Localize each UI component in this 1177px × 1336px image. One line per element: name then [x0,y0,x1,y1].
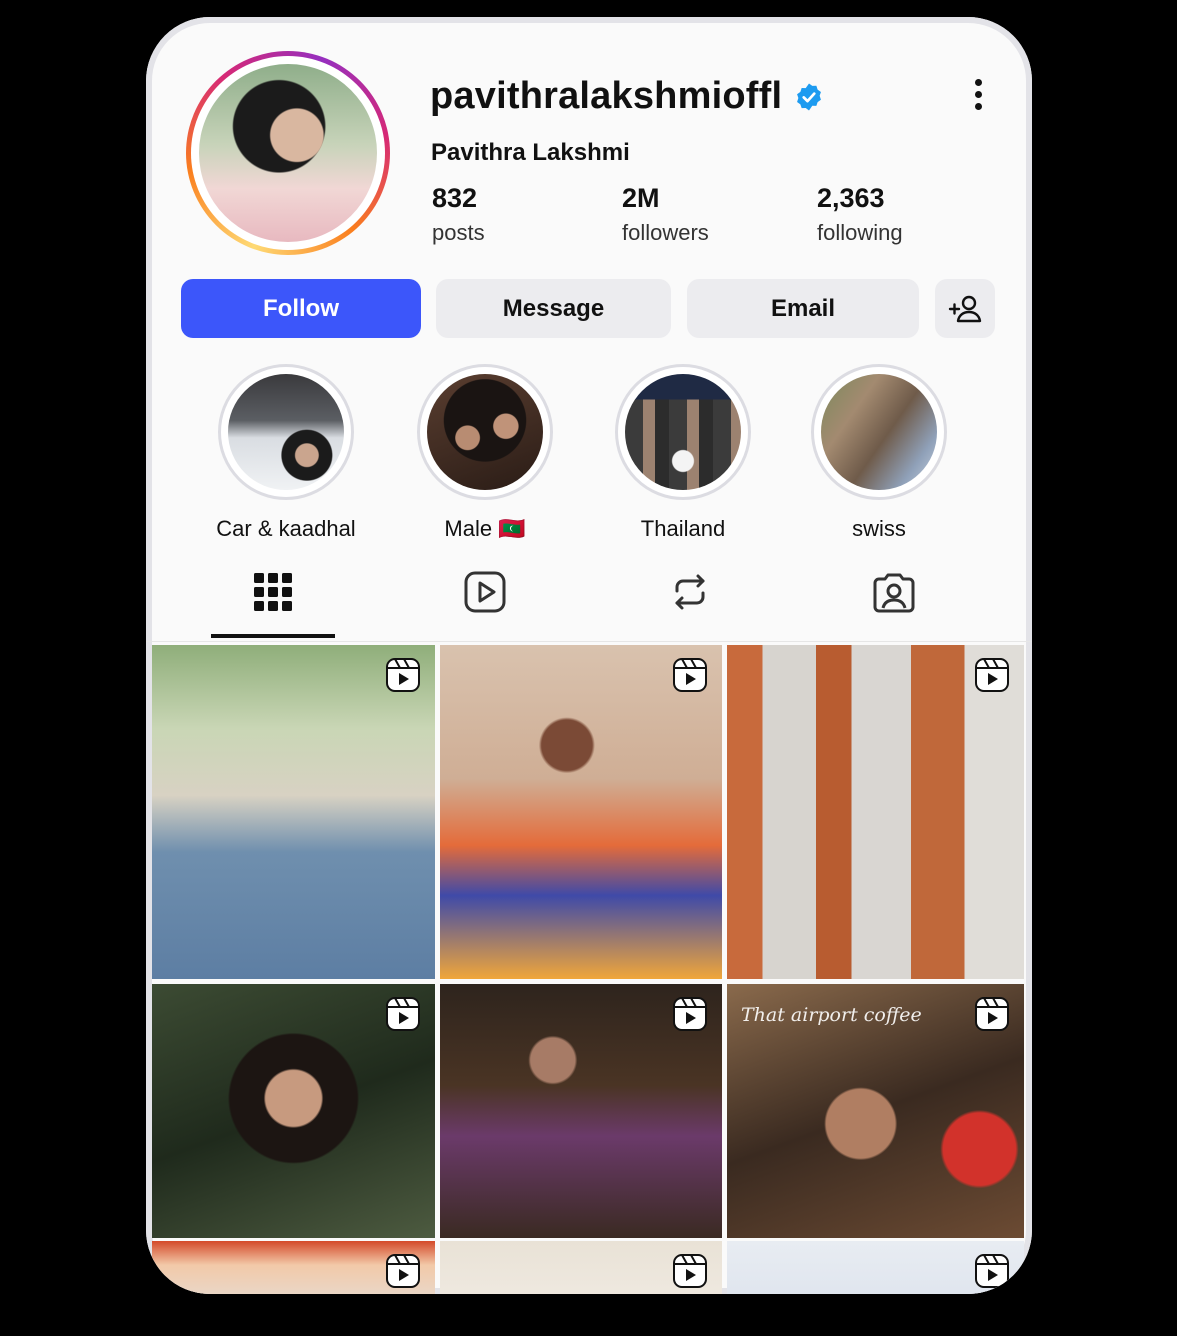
reposts-icon [675,574,705,610]
profile-avatar-story-ring[interactable] [186,51,390,255]
profile-avatar [199,64,377,242]
stat-posts-label: posts [432,220,485,245]
phone-frame: pavithralakshmioffl Pavithra Lakshmi 832… [146,17,1032,1294]
reel-icon [673,658,707,692]
reel-icon [975,658,1009,692]
verified-badge-icon [797,83,822,110]
highlight-thailand[interactable]: Thailand [593,364,773,542]
post-tile[interactable] [440,1241,722,1294]
grid-icon [254,573,292,611]
more-options-icon[interactable] [972,79,984,115]
divider [146,641,1032,642]
profile-username-row: pavithralakshmioffl [430,75,824,118]
post-tile[interactable] [727,1241,1024,1294]
highlight-male[interactable]: Male 🇲🇻 [395,364,575,542]
suggest-people-button[interactable] [935,279,995,338]
tab-reposts[interactable] [628,569,752,635]
post-tile[interactable] [440,984,722,1238]
email-button[interactable]: Email [687,279,919,338]
profile-username: pavithralakshmioffl [430,75,783,117]
highlight-label: Thailand [640,516,726,541]
add-person-icon [948,295,982,322]
post-tile[interactable]: That airport coffee [727,984,1024,1238]
highlight-cover [625,374,741,490]
highlight-car-kaadhal[interactable]: Car & kaadhal [196,364,376,542]
post-tile[interactable] [152,645,435,979]
highlight-cover [228,374,344,490]
post-tile[interactable] [152,1241,435,1294]
post-caption: That airport coffee [741,1004,922,1026]
stat-following-label: following [817,220,903,245]
highlight-label: swiss [852,516,906,541]
follow-button[interactable]: Follow [181,279,421,338]
highlight-label: Male 🇲🇻 [444,516,526,541]
stat-followers[interactable]: 2M followers [622,183,709,246]
reel-icon [673,997,707,1031]
highlight-label: Car & kaadhal [216,516,356,541]
post-tile[interactable] [727,645,1024,979]
reel-icon [386,997,420,1031]
reel-icon [386,658,420,692]
profile-full-name: Pavithra Lakshmi [431,139,630,166]
stat-following-value: 2,363 [817,183,885,213]
reel-icon [386,1254,420,1288]
reels-icon [464,571,506,613]
tab-grid[interactable] [211,569,335,635]
stat-following[interactable]: 2,363 following [817,183,903,246]
message-button[interactable]: Message [436,279,671,338]
highlight-cover [821,374,937,490]
reel-icon [673,1254,707,1288]
highlight-swiss[interactable]: swiss [789,364,969,542]
reel-icon [975,997,1009,1031]
stat-followers-value: 2M [622,183,660,213]
post-tile[interactable] [440,645,722,979]
tagged-icon [873,573,915,613]
stat-posts[interactable]: 832 posts [432,183,485,246]
stat-posts-value: 832 [432,183,478,213]
tab-tagged[interactable] [832,569,956,635]
tab-reels[interactable] [423,569,547,635]
post-tile[interactable] [152,984,435,1238]
highlight-cover [427,374,543,490]
active-tab-indicator [211,634,335,638]
stat-followers-label: followers [622,220,709,245]
reel-icon [975,1254,1009,1288]
